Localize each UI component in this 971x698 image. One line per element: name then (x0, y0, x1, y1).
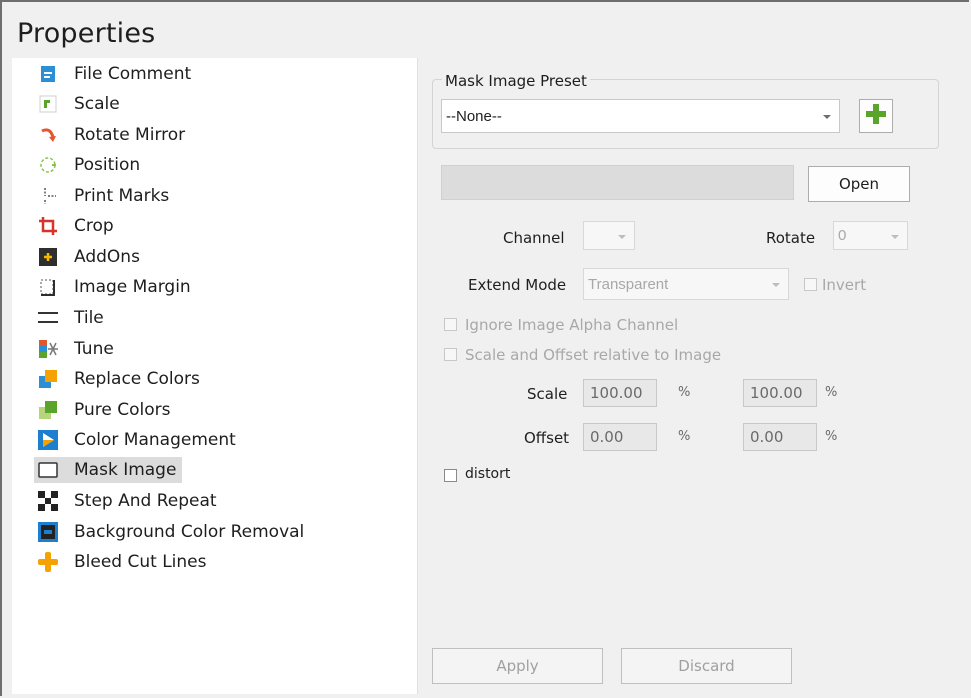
scale-offset-relative-checkbox[interactable] (444, 348, 457, 361)
list-item-crop[interactable]: Crop (38, 213, 114, 239)
rotate-select[interactable]: 0 (833, 221, 908, 250)
chevron-down-icon (891, 234, 899, 239)
scale-x-input[interactable]: 100.00 (583, 379, 657, 407)
channel-label: Channel (503, 229, 565, 247)
list-item-rotate-mirror[interactable]: Rotate Mirror (38, 122, 185, 148)
list-item-mask-image[interactable]: Mask Image (34, 457, 183, 483)
scale-x-percent: % (678, 385, 691, 400)
chevron-down-icon (772, 283, 780, 287)
panel-title: Properties (17, 18, 156, 49)
image-margin-icon (38, 277, 58, 297)
replace-colors-icon (38, 369, 58, 389)
list-item-tile[interactable]: Tile (38, 305, 104, 331)
background-color-removal-icon (38, 522, 58, 542)
scale-icon (38, 94, 58, 114)
preset-group-label: Mask Image Preset (442, 72, 590, 90)
list-item-position[interactable]: Position (38, 152, 140, 178)
color-management-icon (38, 430, 58, 450)
ignore-alpha-label: Ignore Image Alpha Channel (465, 316, 679, 334)
offset-x-percent: % (678, 429, 691, 444)
distort-checkbox[interactable] (444, 469, 457, 482)
offset-x-input[interactable]: 0.00 (583, 423, 657, 451)
bleed-cut-lines-icon (38, 552, 58, 572)
list-item-bleed-cut-lines[interactable]: Bleed Cut Lines (38, 549, 207, 575)
list-item-step-and-repeat[interactable]: Step And Repeat (38, 488, 217, 514)
pure-colors-icon (38, 400, 58, 420)
mask-image-panel (418, 58, 971, 698)
chevron-down-icon (618, 234, 626, 239)
print-marks-icon (38, 186, 58, 206)
chevron-down-icon (823, 115, 831, 119)
invert-label: Invert (822, 276, 867, 294)
ignore-alpha-checkbox[interactable] (444, 318, 457, 331)
addons-icon (38, 247, 58, 267)
tile-icon (38, 308, 58, 328)
file-comment-icon (38, 64, 58, 84)
extend-mode-select[interactable]: Transparent (583, 268, 789, 300)
discard-button[interactable]: Discard (621, 648, 792, 684)
mask-image-icon (38, 460, 58, 480)
list-item-print-marks[interactable]: Print Marks (38, 183, 169, 209)
preset-value: --None-- (446, 107, 502, 125)
tune-icon (38, 339, 58, 359)
list-item-scale[interactable]: Scale (38, 91, 120, 117)
distort-label: distort (465, 466, 511, 482)
channel-select[interactable] (583, 221, 635, 250)
scale-offset-relative-label: Scale and Offset relative to Image (465, 346, 722, 364)
list-item-pure-colors[interactable]: Pure Colors (38, 397, 170, 423)
extend-mode-label: Extend Mode (468, 276, 567, 294)
crop-icon (38, 216, 58, 236)
list-item-replace-colors[interactable]: Replace Colors (38, 366, 200, 392)
list-item-image-margin[interactable]: Image Margin (38, 274, 191, 300)
plus-icon (865, 103, 887, 129)
scale-y-percent: % (825, 385, 838, 400)
preset-select[interactable]: --None-- (441, 99, 840, 133)
add-preset-button[interactable] (859, 99, 893, 133)
offset-y-percent: % (825, 429, 838, 444)
mask-file-path (441, 165, 794, 200)
list-item-tune[interactable]: Tune (38, 336, 114, 362)
open-button[interactable]: Open (808, 166, 910, 202)
apply-button[interactable]: Apply (432, 648, 603, 684)
rotate-label: Rotate (766, 229, 816, 247)
list-item-file-comment[interactable]: File Comment (38, 61, 191, 87)
scale-label: Scale (527, 385, 568, 403)
position-icon (38, 155, 58, 175)
invert-checkbox[interactable] (804, 278, 817, 291)
list-item-addons[interactable]: AddOns (38, 244, 140, 270)
list-item-color-management[interactable]: Color Management (38, 427, 236, 453)
offset-label: Offset (524, 429, 570, 447)
scale-y-input[interactable]: 100.00 (743, 379, 817, 407)
list-item-background-color-removal[interactable]: Background Color Removal (38, 519, 304, 545)
offset-y-input[interactable]: 0.00 (743, 423, 817, 451)
step-and-repeat-icon (38, 491, 58, 511)
rotate-mirror-icon (38, 125, 58, 145)
